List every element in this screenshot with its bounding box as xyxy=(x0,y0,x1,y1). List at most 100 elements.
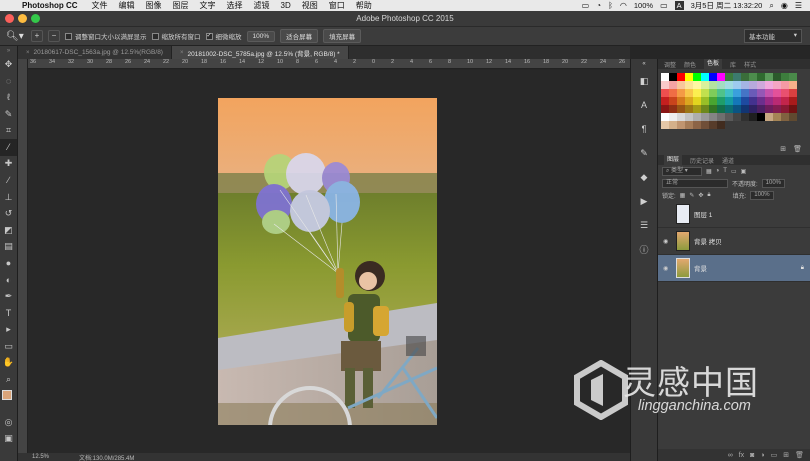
tab-libraries[interactable]: 库 xyxy=(730,60,736,69)
color-swatch[interactable] xyxy=(685,113,693,121)
screen-mode-icon[interactable]: ▣ xyxy=(0,430,17,447)
filter-kind-select[interactable]: ⌕ 类型 ▾ xyxy=(662,166,702,176)
color-swatch[interactable] xyxy=(717,113,725,121)
lock-all-icon[interactable]: 🔒︎ xyxy=(707,192,710,199)
healing-brush-tool-icon[interactable]: ✚ xyxy=(0,156,17,173)
menu-image[interactable]: 图像 xyxy=(146,0,162,11)
color-swatch[interactable] xyxy=(669,81,677,89)
canvas-area[interactable] xyxy=(28,70,630,453)
color-swatch[interactable] xyxy=(701,97,709,105)
color-swatch[interactable] xyxy=(685,73,693,81)
color-swatch[interactable] xyxy=(677,121,685,129)
cast-icon[interactable]: ▭ xyxy=(582,1,590,10)
new-swatch-icon[interactable]: ⊞ xyxy=(780,146,786,153)
color-swatch[interactable] xyxy=(749,113,757,121)
siri-icon[interactable]: ◉ xyxy=(781,1,788,10)
menu-filter[interactable]: 滤镜 xyxy=(254,0,270,11)
color-swatch[interactable] xyxy=(661,97,669,105)
opacity-field[interactable]: 100% xyxy=(761,178,786,188)
list-icon[interactable]: ☰ xyxy=(795,1,802,10)
color-swatch[interactable] xyxy=(709,73,717,81)
color-swatch[interactable] xyxy=(765,89,773,97)
color-swatch[interactable] xyxy=(773,89,781,97)
3d-panel-icon[interactable]: ◆ xyxy=(631,165,657,189)
layer-name[interactable]: 背景 拷贝 xyxy=(694,236,722,246)
color-swatch[interactable] xyxy=(733,89,741,97)
color-swatch[interactable] xyxy=(749,73,757,81)
color-swatch[interactable] xyxy=(693,121,701,129)
add-mask-icon[interactable]: ◙ xyxy=(750,452,754,459)
color-swatch[interactable] xyxy=(717,73,725,81)
close-tab-icon[interactable]: × xyxy=(180,50,184,56)
tab-document-2[interactable]: × 20181002-DSC_5785a.jpg @ 12.5% (背景, RG… xyxy=(171,46,349,59)
tab-document-1[interactable]: × 20180617-DSC_1563a.jpg @ 12.5%(RGB/8) xyxy=(18,46,172,59)
blur-tool-icon[interactable]: ● xyxy=(0,255,17,272)
color-swatch[interactable] xyxy=(701,81,709,89)
filter-type-icon[interactable]: T xyxy=(723,168,727,174)
new-layer-icon[interactable]: ⊞ xyxy=(783,451,789,459)
clock-text[interactable]: 3月5日 周二 13:32:20 xyxy=(691,0,763,11)
eye-icon[interactable]: ◉ xyxy=(663,238,672,245)
brush-tool-icon[interactable]: ∕ xyxy=(0,172,17,189)
color-swatch[interactable] xyxy=(677,113,685,121)
color-swatch[interactable] xyxy=(669,105,677,113)
layer-name[interactable]: 图层 1 xyxy=(694,209,712,219)
color-swatch[interactable] xyxy=(789,89,797,97)
color-swatch[interactable] xyxy=(749,97,757,105)
color-swatch[interactable] xyxy=(677,105,685,113)
gradient-tool-icon[interactable]: ▤ xyxy=(0,239,17,256)
collapse-arrows-icon[interactable]: « xyxy=(631,59,657,69)
eraser-tool-icon[interactable]: ◩ xyxy=(0,222,17,239)
menu-window[interactable]: 窗口 xyxy=(329,0,345,11)
zoom-out-icon[interactable]: − xyxy=(48,30,60,42)
color-swatch[interactable] xyxy=(765,105,773,113)
color-swatch[interactable] xyxy=(789,105,797,113)
tab-history[interactable]: 历史记录 xyxy=(690,156,714,165)
color-swatch[interactable] xyxy=(725,89,733,97)
menu-file[interactable]: 文件 xyxy=(92,0,108,11)
scrubby-zoom-checkbox[interactable]: ✓ 细微缩放 xyxy=(205,31,242,41)
color-swatch[interactable] xyxy=(773,73,781,81)
color-swatch[interactable] xyxy=(733,73,741,81)
layer-row-background-copy[interactable]: ◉ 背景 拷贝 xyxy=(658,228,810,255)
color-swatch[interactable] xyxy=(725,73,733,81)
color-swatch[interactable] xyxy=(733,97,741,105)
dodge-tool-icon[interactable]: ◐ xyxy=(0,272,17,289)
delete-layer-icon[interactable]: 🗑︎ xyxy=(795,451,804,459)
color-swatch[interactable] xyxy=(757,113,765,121)
color-swatch[interactable] xyxy=(661,105,669,113)
filter-smart-icon[interactable]: ▣ xyxy=(741,168,747,175)
color-swatch[interactable] xyxy=(677,89,685,97)
actions-panel-icon[interactable]: ▶ xyxy=(631,189,657,213)
clone-stamp-tool-icon[interactable]: ⊥ xyxy=(0,189,17,206)
horizontal-ruler[interactable]: 36 34 32 30 28 26 24 22 20 18 16 14 12 10 8 6 4 2 0 2 4 6 8 10 1… xyxy=(28,59,630,69)
color-swatch[interactable] xyxy=(693,89,701,97)
color-swatch[interactable] xyxy=(685,97,693,105)
zoom-level[interactable]: 12.5% xyxy=(32,454,49,460)
bluetooth-icon[interactable]: ᛒ xyxy=(608,1,613,10)
link-layers-icon[interactable]: ∞ xyxy=(728,452,733,459)
layer-name[interactable]: 背景 xyxy=(694,263,707,273)
menu-select[interactable]: 选择 xyxy=(227,0,243,11)
color-swatch[interactable] xyxy=(685,121,693,129)
color-swatch[interactable] xyxy=(717,97,725,105)
trash-icon[interactable]: 🗑︎ xyxy=(793,146,802,153)
quick-select-tool-icon[interactable]: ✎ xyxy=(0,106,17,123)
search-icon[interactable]: ⌕ xyxy=(769,1,773,11)
color-swatch[interactable] xyxy=(717,105,725,113)
color-swatch[interactable] xyxy=(701,73,709,81)
fill-screen-button[interactable]: 填充屏幕 xyxy=(323,29,362,43)
color-swatch[interactable] xyxy=(669,113,677,121)
color-swatch[interactable] xyxy=(781,113,789,121)
color-swatch[interactable] xyxy=(661,81,669,89)
color-swatch[interactable] xyxy=(661,73,669,81)
color-swatch[interactable] xyxy=(781,89,789,97)
color-swatch[interactable] xyxy=(677,97,685,105)
filter-shape-icon[interactable]: ▭ xyxy=(731,168,737,175)
color-swatch[interactable] xyxy=(677,81,685,89)
color-swatch[interactable] xyxy=(773,81,781,89)
fit-screen-button[interactable]: 适合屏幕 xyxy=(280,29,319,43)
menu-help[interactable]: 帮助 xyxy=(356,0,372,11)
fx-icon[interactable]: fx xyxy=(739,452,744,459)
color-swatch[interactable] xyxy=(685,89,693,97)
